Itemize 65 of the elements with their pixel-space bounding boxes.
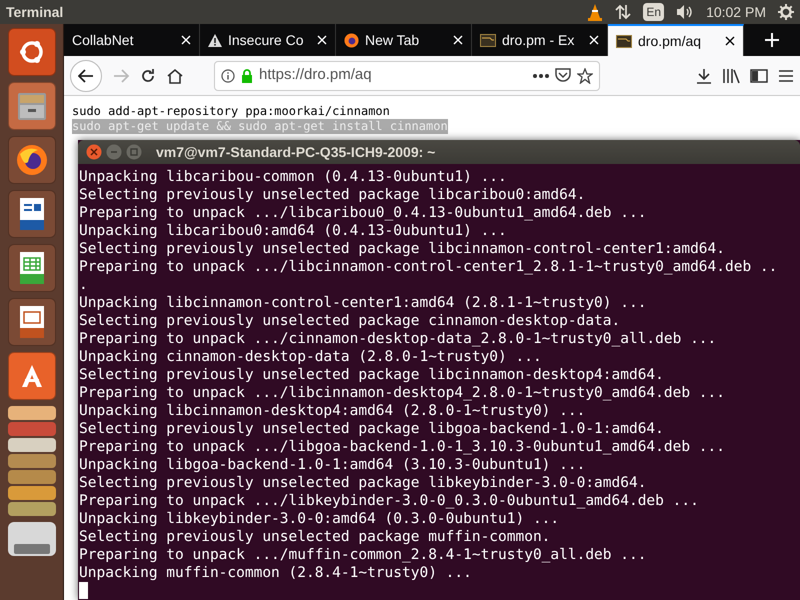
document-writer-icon[interactable] <box>8 190 56 238</box>
site-favicon-icon <box>480 34 496 46</box>
address-bar[interactable]: https://dro.pm/aq <box>214 60 600 90</box>
close-icon[interactable] <box>725 36 735 46</box>
network-arrows-icon[interactable] <box>615 4 632 20</box>
terminal-output-line: Selecting previously unselected package libcinnamon-desktop4:amd64. <box>79 366 664 384</box>
terminal-output-line: Preparing to unpack .../libcinnamon-desktop4_2.8.0-1~trusty0_amd64.deb ... <box>79 384 726 402</box>
spreadsheet-icon[interactable] <box>8 244 56 292</box>
library-icon[interactable] <box>722 68 740 84</box>
pocket-icon[interactable] <box>555 68 571 83</box>
terminal-output-line: Unpacking libkeybinder-3.0-0:amd64 (0.3.0-0ubuntu1) ... <box>79 510 560 528</box>
window-title: vm7@vm7-Standard-PC-Q35-ICH9-2009: ~ <box>156 142 436 162</box>
terminal-output-line: Unpacking cinnamon-desktop-data (2.8.0-1~trusty0) ... <box>79 348 542 366</box>
clock[interactable]: 10:02 PM <box>706 2 766 22</box>
keyboard-layout-indicator[interactable]: En <box>643 3 664 21</box>
traffic-cone-icon[interactable] <box>587 3 604 21</box>
download-icon[interactable] <box>696 68 712 84</box>
star-icon[interactable] <box>577 68 593 84</box>
terminal-output-line: Preparing to unpack .../muffin-common_2.8.4-1~trusty0_all.deb ... <box>79 546 646 564</box>
file-cabinet-icon[interactable] <box>8 82 56 130</box>
command-text: sudo apt-get update && sudo apt-get install cinnamon <box>72 119 448 134</box>
more-dots-icon[interactable] <box>533 74 549 78</box>
terminal-output-line: Preparing to unpack .../cinnamon-desktop-data_2.8.0-1~trusty0_all.deb ... <box>79 330 716 348</box>
terminal-output-line: Preparing to unpack .../libcaribou0_0.4.13-0ubuntu1_amd64.deb ... <box>79 204 646 222</box>
tab-title: Insecure Co <box>228 30 304 50</box>
ubuntu-logo-icon[interactable] <box>8 28 56 76</box>
reload-icon[interactable] <box>140 68 156 84</box>
sidebar-icon[interactable] <box>750 68 768 82</box>
terminal-output-line: Selecting previously unselected package libkeybinder-3.0-0:amd64. <box>79 474 646 492</box>
terminal-output-line: Unpacking libcaribou0:amd64 (0.4.13-0ubuntu1) ... <box>79 222 507 240</box>
terminal-output-line: Preparing to unpack .../libkeybinder-3.0-0_0.3.0-0ubuntu1_amd64.deb ... <box>79 492 699 510</box>
plus-icon <box>764 32 780 48</box>
tab-title: New Tab <box>365 30 420 50</box>
presentation-icon[interactable] <box>8 298 56 346</box>
home-icon[interactable] <box>166 68 184 84</box>
software-store-icon[interactable] <box>8 352 56 400</box>
menu-icon[interactable] <box>778 68 794 82</box>
terminal-output-line: Unpacking libcinnamon-desktop4:amd64 (2.8.0-1~trusty0) ... <box>79 402 586 420</box>
back-arrow-icon <box>78 68 94 82</box>
terminal-output-line: Preparing to unpack .../libgoa-backend-1.0-1_3.10.3-0ubuntu1_amd64.deb ... <box>79 438 726 456</box>
tab-title: CollabNet <box>72 30 134 50</box>
terminal-output-line: Selecting previously unselected package libcaribou0:amd64. <box>79 186 586 204</box>
terminal-output-line: Unpacking libgoa-backend-1.0-1:amd64 (3.10.3-0ubuntu1) ... <box>79 456 586 474</box>
tab-title: dro.pm/aq <box>638 32 702 51</box>
back-button[interactable] <box>70 60 102 92</box>
terminal-output-line: Unpacking muffin-common (2.8.4-1~trusty0) ... <box>79 564 472 582</box>
terminal-output-line: Preparing to unpack .../libcinnamon-control-center1_2.8.1-1~trusty0_amd64.deb .. <box>79 258 778 276</box>
browser-tab[interactable]: dro.pm/aq <box>608 24 744 56</box>
warning-icon <box>208 34 222 46</box>
command-text: sudo add-apt-repository ppa:moorkai/cinnamon <box>72 104 390 119</box>
terminal-output-line: Selecting previously unselected package libcinnamon-control-center1:amd64. <box>79 240 726 258</box>
volume-icon[interactable] <box>676 4 694 20</box>
terminal-output-line: Unpacking libcinnamon-control-center1:amd64 (2.8.1-1~trusty0) ... <box>79 294 646 312</box>
terminal-output-line: Unpacking libcaribou-common (0.4.13-0ubuntu1) ... <box>79 168 507 186</box>
settings-icon[interactable] <box>778 4 794 20</box>
padlock-icon <box>241 68 253 82</box>
tab-title: dro.pm - Ex <box>502 30 576 50</box>
site-favicon-icon <box>616 34 632 48</box>
terminal-output-line: Selecting previously unselected package muffin-common. <box>79 528 550 546</box>
url-text: https://dro.pm/aq <box>259 65 373 86</box>
terminal-output-line: . <box>79 276 88 294</box>
terminal-output-line: Selecting previously unselected package libgoa-backend-1.0-1:amd64. <box>79 420 664 438</box>
info-icon <box>221 68 235 82</box>
active-app-title: Terminal <box>6 2 64 22</box>
terminal-output-line: Selecting previously unselected package cinnamon-desktop-data. <box>79 312 620 330</box>
